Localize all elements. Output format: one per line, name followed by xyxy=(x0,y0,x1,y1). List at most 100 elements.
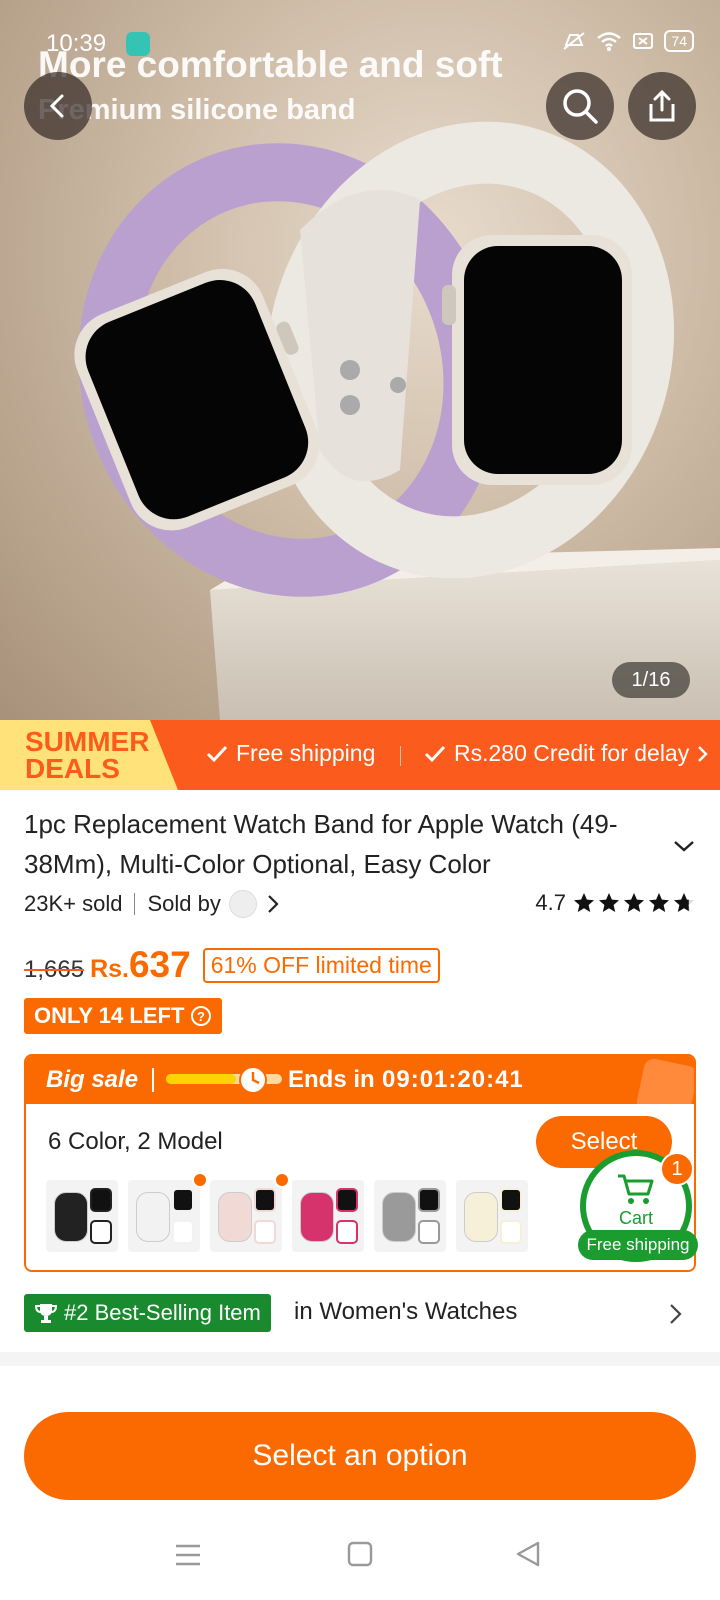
watch-thumbnail xyxy=(500,1188,522,1212)
share-button[interactable] xyxy=(628,72,696,140)
clock-icon xyxy=(239,1066,267,1094)
band-thumbnail xyxy=(300,1192,334,1242)
summer-deals-badge: SUMMER DEALS xyxy=(0,720,178,790)
color-swatch-magenta[interactable] xyxy=(292,1180,364,1252)
big-sale-header: Big sale Ends in 09:01:20:41 xyxy=(26,1056,694,1122)
trophy-icon xyxy=(34,1304,58,1323)
cart-label: Cart xyxy=(618,1208,653,1228)
check-icon xyxy=(424,745,446,762)
watch-thumbnail xyxy=(254,1220,276,1244)
select-an-option-button[interactable]: Select an option xyxy=(24,1412,696,1500)
watch-thumbnail xyxy=(172,1220,194,1244)
search-icon xyxy=(563,89,598,124)
chevron-right-icon xyxy=(698,745,708,762)
product-image-carousel[interactable]: 10:39 74 More comfortable and soft Premi… xyxy=(0,0,720,720)
band-thumbnail xyxy=(54,1192,88,1242)
band-thumbnail xyxy=(382,1192,416,1242)
product-page: 10:39 74 More comfortable and soft Premi… xyxy=(0,0,720,1600)
status-bar: 10:39 74 xyxy=(0,0,720,80)
star-icon xyxy=(649,893,669,912)
status-time: 10:39 xyxy=(46,30,107,57)
price-row: 1,665 Rs. 637 61% OFF limited time xyxy=(24,944,440,987)
expand-title-chevron-down-icon[interactable] xyxy=(672,838,696,854)
system-navigation-bar xyxy=(0,1516,720,1600)
watch-thumbnail xyxy=(172,1188,194,1212)
check-icon xyxy=(206,745,228,762)
back-nav-icon[interactable] xyxy=(514,1540,542,1568)
share-icon xyxy=(649,89,675,122)
best-selling-category[interactable]: in Women's Watches xyxy=(294,1298,517,1326)
chevron-left-icon xyxy=(49,94,64,118)
watch-thumbnail xyxy=(336,1188,358,1212)
best-selling-badge[interactable]: #2 Best-Selling Item xyxy=(24,1294,271,1332)
sold-by-label[interactable]: Sold by xyxy=(147,891,220,917)
sold-count: 23K+ sold xyxy=(24,891,123,916)
color-swatch-white[interactable] xyxy=(128,1180,200,1252)
store-logo[interactable] xyxy=(228,890,257,918)
color-swatch-pink[interactable] xyxy=(210,1180,282,1252)
discount-badge: 61% OFF limited time xyxy=(202,948,440,983)
section-divider xyxy=(0,1352,720,1366)
color-swatch-cream[interactable] xyxy=(456,1180,528,1252)
band-thumbnail xyxy=(136,1192,170,1242)
star-icon xyxy=(624,893,644,912)
meta-divider xyxy=(134,893,136,915)
sim-icon xyxy=(633,33,654,49)
sale-divider xyxy=(152,1068,154,1092)
big-sale-label: Big sale xyxy=(46,1066,139,1093)
star-icon xyxy=(674,893,694,912)
app-notification-icon xyxy=(126,32,150,56)
summer-deals-bar[interactable]: SUMMER DEALS Free shipping Rs.280 Credit… xyxy=(0,720,720,790)
rating-value: 4.7 xyxy=(535,890,566,915)
cart-free-shipping-badge: Free shipping xyxy=(578,1230,698,1260)
band-thumbnail xyxy=(218,1192,252,1242)
watch-thumbnail xyxy=(90,1188,112,1212)
color-swatch-black[interactable] xyxy=(46,1180,118,1252)
help-icon: ? xyxy=(191,1006,212,1026)
wifi-icon xyxy=(597,32,622,51)
stock-left-text: ONLY 14 LEFT xyxy=(34,1003,185,1028)
star-icon xyxy=(574,893,594,912)
chevron-right-icon[interactable] xyxy=(668,1302,684,1326)
product-rating[interactable]: 4.7 xyxy=(535,890,696,916)
product-meta-row: 23K+ sold Sold by xyxy=(24,890,281,918)
product-title: 1pc Replacement Watch Band for Apple Wat… xyxy=(24,809,618,879)
mute-icon xyxy=(563,32,586,50)
free-shipping-text: Free shipping xyxy=(236,740,376,766)
best-selling-text: #2 Best-Selling Item xyxy=(64,1300,261,1325)
sale-progress-fill xyxy=(166,1074,236,1084)
sale-price: 637 xyxy=(128,944,191,985)
free-shipping-perk: Free shipping xyxy=(206,740,375,767)
hot-flame-icon xyxy=(192,1172,208,1188)
watch-thumbnail xyxy=(500,1220,522,1244)
countdown-timer: 09:01:20:41 xyxy=(382,1066,524,1093)
chevron-right-icon[interactable] xyxy=(265,893,281,915)
stock-left-badge[interactable]: ONLY 14 LEFT ? xyxy=(24,998,223,1034)
status-icons: 74 xyxy=(562,30,694,52)
watch-thumbnail xyxy=(418,1220,440,1244)
home-icon[interactable] xyxy=(346,1540,374,1568)
watch-thumbnail xyxy=(254,1188,276,1212)
watch-thumbnail xyxy=(90,1220,112,1244)
search-button[interactable] xyxy=(546,72,614,140)
star-icon xyxy=(599,893,619,912)
band-thumbnail xyxy=(464,1192,498,1242)
battery-icon: 74 xyxy=(664,30,694,52)
cart-icon xyxy=(618,1174,654,1204)
options-summary: 6 Color, 2 Model xyxy=(48,1128,223,1155)
ends-in-label: Ends in xyxy=(288,1066,375,1093)
menu-icon[interactable] xyxy=(174,1542,202,1568)
back-button[interactable] xyxy=(24,72,92,140)
deals-badge-line2: DEALS xyxy=(25,753,120,784)
delay-credit-perk: Rs.280 Credit for delay xyxy=(424,740,709,767)
watch-thumbnail xyxy=(336,1220,358,1244)
delay-credit-text: Rs.280 Credit for delay xyxy=(454,740,690,766)
cart-count-badge: 1 xyxy=(660,1152,694,1186)
deals-badge-line1: SUMMER xyxy=(25,726,150,757)
svg-text:?: ? xyxy=(197,1009,205,1024)
deals-divider xyxy=(400,746,401,766)
watch-thumbnail xyxy=(418,1188,440,1212)
color-swatch-gray[interactable] xyxy=(374,1180,446,1252)
image-counter: 1/16 xyxy=(612,662,690,698)
original-price: 1,665 xyxy=(24,956,85,983)
